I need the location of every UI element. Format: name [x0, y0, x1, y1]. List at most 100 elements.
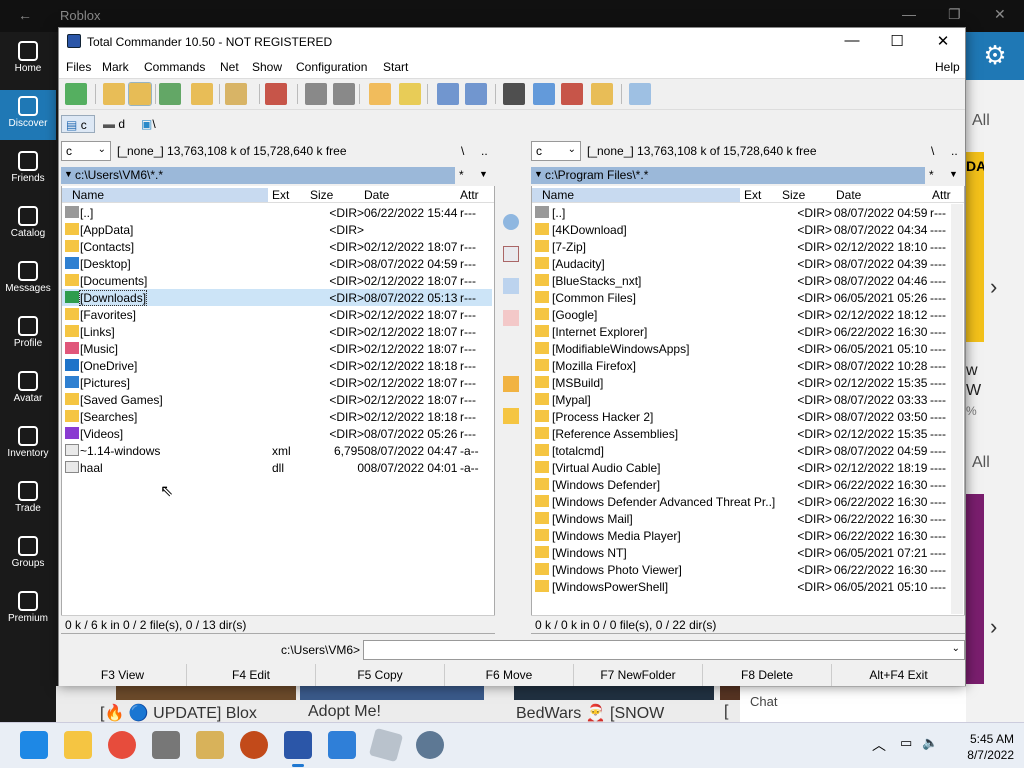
file-row[interactable]: [AppData] <DIR>: [62, 221, 492, 238]
file-explorer-icon[interactable]: [64, 731, 92, 759]
see-all-link-1[interactable]: All: [972, 112, 990, 130]
sync-dirs-icon[interactable]: [533, 83, 555, 105]
game-title[interactable]: BedWars 🎅 [SNOW: [516, 703, 664, 723]
file-row[interactable]: [4KDownload] <DIR> 08/07/2022 04:34 ----: [532, 221, 950, 238]
sidebar-item-premium[interactable]: Premium: [0, 585, 56, 635]
f6-move-button[interactable]: F6 Move: [445, 664, 574, 686]
right-path-header[interactable]: ▼ c:\Program Files\*.*: [531, 167, 925, 184]
f7-newfolder-button[interactable]: F7 NewFolder: [574, 664, 703, 686]
file-row[interactable]: [..] <DIR> 06/22/2022 15:44 r---: [62, 204, 492, 221]
move-icon[interactable]: [503, 310, 519, 326]
compare-icon[interactable]: [503, 246, 519, 262]
multi-rename-icon[interactable]: [265, 83, 287, 105]
right-filter[interactable]: * ▼: [927, 167, 965, 184]
file-row[interactable]: [OneDrive] <DIR> 02/12/2022 18:18 r---: [62, 357, 492, 374]
menu-mark[interactable]: Mark: [102, 60, 129, 74]
f3-view-button[interactable]: F3 View: [59, 664, 187, 686]
col-size[interactable]: Size: [782, 188, 805, 202]
file-row[interactable]: [Mypal] <DIR> 08/07/2022 03:33 ----: [532, 391, 950, 408]
left-drive-combo[interactable]: c ⌄: [61, 141, 111, 161]
sidebar-item-messages[interactable]: Messages: [0, 255, 56, 305]
url-connect-icon[interactable]: [465, 83, 487, 105]
file-row[interactable]: [Favorites] <DIR> 02/12/2022 18:07 r---: [62, 306, 492, 323]
col-name[interactable]: Name: [532, 188, 740, 202]
drive-d-button[interactable]: ▬ d: [99, 115, 131, 133]
left-up-button[interactable]: ..: [481, 144, 488, 158]
menu-commands[interactable]: Commands: [144, 60, 205, 74]
store-icon[interactable]: [328, 731, 356, 759]
total-commander-taskbar-icon[interactable]: [284, 731, 312, 767]
sidebar-item-inventory[interactable]: Inventory: [0, 420, 56, 470]
file-row[interactable]: [MSBuild] <DIR> 02/12/2022 15:35 ----: [532, 374, 950, 391]
game-title[interactable]: [🔥 🔵 UPDATE] Blox: [100, 703, 257, 723]
file-row[interactable]: [WindowsPowerShell] <DIR> 06/05/2021 05:10…: [532, 578, 950, 595]
col-attr[interactable]: Attr: [460, 188, 479, 202]
windows-start-icon[interactable]: [20, 731, 48, 759]
menu-files[interactable]: Files: [66, 60, 91, 74]
new-folder-icon[interactable]: [503, 408, 519, 424]
col-date[interactable]: Date: [836, 188, 861, 202]
file-row[interactable]: [BlueStacks_nxt] <DIR> 08/07/2022 04:46 ---…: [532, 272, 950, 289]
edit-comment-icon[interactable]: [591, 83, 613, 105]
f5-copy-button[interactable]: F5 Copy: [316, 664, 445, 686]
brief-view-icon[interactable]: [103, 83, 125, 105]
file-row[interactable]: [7-Zip] <DIR> 02/12/2022 18:10 ----: [532, 238, 950, 255]
game-thumb-right-2[interactable]: [966, 494, 984, 684]
compare-icon[interactable]: [561, 83, 583, 105]
command-input[interactable]: ⌄: [363, 640, 965, 660]
col-ext[interactable]: Ext: [272, 188, 289, 202]
find-files-icon[interactable]: [503, 83, 525, 105]
file-row[interactable]: [Downloads] <DIR> 08/07/2022 05:13 r---: [62, 289, 492, 306]
chrome-icon[interactable]: [108, 731, 136, 759]
f8-delete-button[interactable]: F8 Delete: [703, 664, 832, 686]
right-scrollbar[interactable]: [951, 204, 963, 614]
back-icon[interactable]: [305, 83, 327, 105]
sidebar-item-groups[interactable]: Groups: [0, 530, 56, 580]
right-root-button[interactable]: \: [931, 144, 934, 158]
game-thumb[interactable]: [300, 686, 484, 700]
exit-button[interactable]: Alt+F4 Exit: [832, 664, 965, 686]
col-size[interactable]: Size: [310, 188, 333, 202]
close-icon[interactable]: ✕: [994, 6, 1006, 23]
file-row[interactable]: [Virtual Audio Cable] <DIR> 02/12/2022 18:…: [532, 459, 950, 476]
file-row[interactable]: [Contacts] <DIR> 02/12/2022 18:07 r---: [62, 238, 492, 255]
col-attr[interactable]: Attr: [932, 188, 951, 202]
file-row[interactable]: [Windows Defender] <DIR> 06/22/2022 16:30-…: [532, 476, 950, 493]
file-row[interactable]: haal dll 0 08/07/2022 04:01 -a--: [62, 459, 492, 476]
file-row[interactable]: [Music] <DIR> 02/12/2022 18:07 r---: [62, 340, 492, 357]
menu-net[interactable]: Net: [220, 60, 239, 74]
menu-help[interactable]: Help: [935, 60, 960, 74]
notepad-icon[interactable]: [629, 83, 651, 105]
f4-edit-button[interactable]: F4 Edit: [187, 664, 316, 686]
roblox-taskbar-icon[interactable]: [368, 727, 404, 763]
maximize-icon[interactable]: ☐: [882, 32, 912, 50]
raccoon-app-icon[interactable]: [152, 731, 180, 759]
unpack-icon[interactable]: [399, 83, 421, 105]
refresh-icon[interactable]: [65, 83, 87, 105]
file-row[interactable]: [Windows Defender Advanced Threat Pr..] <…: [532, 493, 950, 510]
file-row[interactable]: [Common Files] <DIR> 06/05/2021 05:26 ----: [532, 289, 950, 306]
sidebar-item-trade[interactable]: Trade: [0, 475, 56, 525]
file-row[interactable]: [Windows Media Player] <DIR> 06/22/2022 16…: [532, 527, 950, 544]
clock[interactable]: 5:45 AM 8/7/2022: [967, 731, 1014, 763]
file-row[interactable]: [Videos] <DIR> 08/07/2022 05:26 r---: [62, 425, 492, 442]
game-thumb-right-1[interactable]: [966, 152, 984, 342]
menu-show[interactable]: Show: [252, 60, 282, 74]
tree-view-icon[interactable]: [191, 83, 213, 105]
tool-app-icon[interactable]: [196, 731, 224, 759]
sidebar-item-friends[interactable]: Friends: [0, 145, 56, 195]
file-row[interactable]: [Saved Games] <DIR> 02/12/2022 18:07 r---: [62, 391, 492, 408]
sidebar-item-discover[interactable]: Discover: [0, 90, 56, 140]
settings-gear-icon[interactable]: ⚙: [966, 32, 1024, 80]
sidebar-item-catalog[interactable]: Catalog: [0, 200, 56, 250]
see-all-link-2[interactable]: All: [972, 454, 990, 472]
file-row[interactable]: [Documents] <DIR> 02/12/2022 18:07 r---: [62, 272, 492, 289]
file-row[interactable]: [Mozilla Firefox] <DIR> 08/07/2022 10:28 --…: [532, 357, 950, 374]
file-row[interactable]: [ModifiableWindowsApps] <DIR> 06/05/2021 0…: [532, 340, 950, 357]
file-row[interactable]: [Google] <DIR> 02/12/2022 18:12 ----: [532, 306, 950, 323]
file-row[interactable]: [Audacity] <DIR> 08/07/2022 04:39 ----: [532, 255, 950, 272]
sidebar-item-avatar[interactable]: Avatar: [0, 365, 56, 415]
close-icon[interactable]: ✕: [928, 32, 958, 50]
file-row[interactable]: [..] <DIR> 08/07/2022 04:59 r---: [532, 204, 950, 221]
game-title[interactable]: Adopt Me!: [308, 703, 381, 721]
